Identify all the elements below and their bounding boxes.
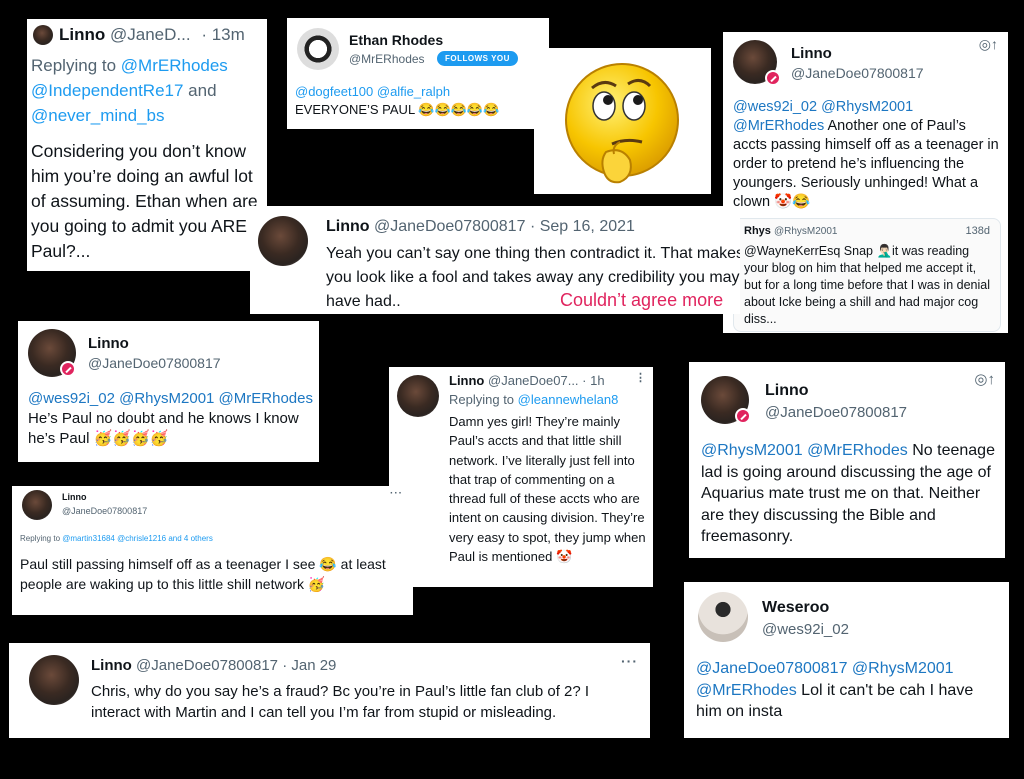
author-name[interactable]: Linno — [88, 335, 129, 352]
verified-badge-icon — [765, 70, 781, 86]
tweet-text: Paul still passing himself off as a teen… — [20, 556, 386, 592]
avatar[interactable] — [33, 25, 53, 45]
tweet-time: · 1h — [582, 373, 605, 388]
tweet-card-10: Linno @JaneDoe07800817 · Jan 29 ··· Chri… — [9, 643, 650, 738]
author-handle[interactable]: @JaneDoe07800817 — [88, 355, 221, 371]
author-name[interactable]: Linno — [62, 492, 87, 502]
tweet-card-6: Linno @JaneDoe07... · 1h ⋮ Replying to @… — [389, 367, 653, 587]
reply-mention[interactable]: @WayneKerrEsq — [744, 244, 840, 258]
more-options-icon[interactable]: ··· — [621, 653, 638, 669]
author-handle[interactable]: @JaneDoe07800817 — [62, 506, 147, 516]
author-handle[interactable]: @JaneD... — [110, 25, 191, 44]
replying-label: Replying to — [31, 56, 117, 75]
tweet-time: · 13m — [201, 25, 245, 44]
author-name[interactable]: Linno — [91, 657, 132, 674]
author-handle[interactable]: @MrERhodes — [349, 52, 425, 66]
avatar[interactable] — [22, 490, 52, 520]
author-handle[interactable]: @JaneDoe07800817 — [765, 404, 907, 421]
avatar[interactable] — [698, 592, 748, 642]
tweet-text: He’s Paul no doubt and he knows I know h… — [28, 410, 299, 447]
author-name[interactable]: Linno — [449, 373, 484, 388]
replying-users[interactable]: @martin31684 @chrisle1216 — [62, 534, 166, 543]
thinking-emoji-image — [534, 48, 711, 194]
replying-more[interactable]: and 4 others — [168, 534, 212, 543]
author-name[interactable]: Linno — [326, 218, 370, 235]
reply-author-name[interactable]: Rhys — [744, 225, 771, 237]
tweet-card-5: Linno @JaneDoe07800817 @wes92i_02 @RhysM… — [18, 321, 319, 462]
reply-time: 138d — [965, 225, 990, 237]
overlay-comment: Couldn’t agree more — [560, 290, 724, 310]
replying-label: Replying to — [449, 392, 515, 407]
verified-badge-icon — [60, 361, 76, 377]
tweet-text: Considering you don’t know him you’re do… — [31, 141, 258, 261]
tweet-card-8: Linno @JaneDoe07800817 ··· Replying to @… — [12, 486, 413, 615]
author-handle[interactable]: @wes92i_02 — [762, 621, 849, 638]
tweet-card-7: Linno @JaneDoe07800817 ◎↑ @RhysM2001 @Mr… — [689, 362, 1005, 558]
tweet-text: Damn yes girl! They’re mainly Paul’s acc… — [449, 414, 646, 565]
reply-share-icon[interactable]: ◎↑ — [974, 370, 995, 388]
reply-share-icon[interactable]: ◎↑ — [979, 36, 998, 53]
tweet-time: · Jan 29 — [282, 657, 337, 674]
thinking-face-icon — [565, 63, 679, 184]
author-handle[interactable]: @JaneDoe07800817 — [791, 65, 924, 81]
replying-and: and — [188, 81, 217, 100]
avatar[interactable] — [397, 375, 439, 417]
tweet-card-4: Linno @JaneDoe07800817 · Sep 16, 2021 Ye… — [250, 206, 740, 314]
replying-last-user[interactable]: @never_mind_bs — [31, 106, 165, 125]
follows-you-badge: FOLLOWS YOU — [437, 51, 518, 66]
tweet-card-1: Linno @JaneD... · 13m Replying to @MrERh… — [27, 19, 267, 271]
more-options-icon[interactable]: ⋮ — [635, 371, 647, 384]
author-handle[interactable]: @JaneDoe07... — [488, 373, 579, 388]
quoted-reply[interactable]: Rhys @RhysM2001 138d @WayneKerrEsq Snap … — [733, 218, 1001, 332]
verified-badge-icon — [735, 408, 751, 424]
tweet-mentions[interactable]: @wes92i_02 @RhysM2001 @MrERhodes — [28, 390, 313, 407]
author-handle[interactable]: @JaneDoe07800817 — [374, 218, 525, 235]
avatar[interactable] — [297, 28, 339, 70]
tweet-text: EVERYONE’S PAUL 😂😂😂😂😂 — [295, 102, 500, 117]
more-options-icon[interactable]: ··· — [390, 488, 403, 499]
author-name[interactable]: Linno — [765, 382, 809, 400]
tweet-time: · Sep 16, 2021 — [529, 218, 635, 235]
avatar[interactable] — [258, 216, 308, 266]
tweet-card-3: Linno @JaneDoe07800817 ◎↑ @wes92i_02 @Rh… — [723, 32, 1008, 333]
author-name[interactable]: Linno — [59, 25, 105, 44]
author-name[interactable]: Weseroo — [762, 599, 829, 617]
tweet-text: Chris, why do you say he’s a fraud? Bc y… — [91, 683, 590, 721]
reply-author-handle[interactable]: @RhysM2001 — [774, 226, 838, 237]
author-handle[interactable]: @JaneDoe07800817 — [136, 657, 278, 674]
author-name[interactable]: Linno — [791, 45, 832, 62]
replying-user[interactable]: @leannewhelan8 — [518, 392, 619, 407]
tweet-mentions[interactable]: @dogfeet100 @alfie_ralph — [295, 84, 450, 99]
tweet-card-9: Weseroo @wes92i_02 @JaneDoe07800817 @Rhy… — [684, 582, 1009, 738]
tweet-mentions[interactable]: @RhysM2001 @MrERhodes — [701, 442, 908, 459]
tweet-card-2: Ethan Rhodes @MrERhodes FOLLOWS YOU @dog… — [287, 18, 549, 129]
avatar[interactable] — [29, 655, 79, 705]
author-name[interactable]: Ethan Rhodes — [349, 32, 443, 48]
replying-label: Replying to — [20, 534, 61, 543]
